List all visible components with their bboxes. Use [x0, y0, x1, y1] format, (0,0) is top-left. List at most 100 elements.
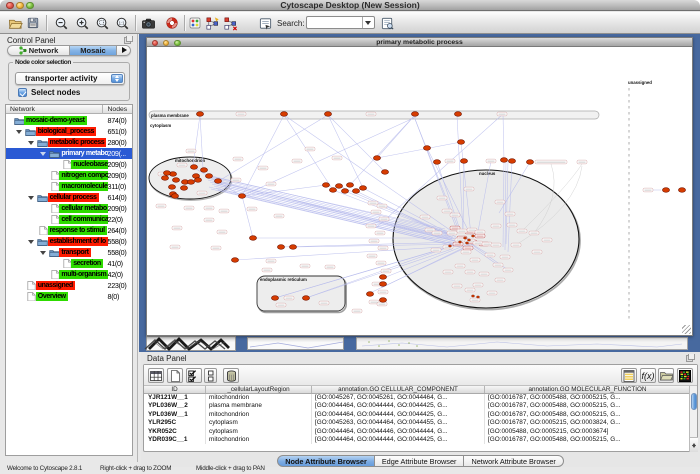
save-icon[interactable]	[24, 13, 42, 33]
vizmapper-icon[interactable]	[188, 13, 202, 33]
graph-node[interactable]	[278, 245, 285, 250]
select-attributes-icon[interactable]	[186, 368, 202, 383]
graph-node[interactable]	[173, 178, 180, 183]
tab-network[interactable]: Network	[8, 46, 69, 56]
graph-node[interactable]	[374, 156, 381, 161]
graph-node[interactable]	[342, 189, 349, 194]
matrix-view-icon[interactable]	[677, 368, 693, 383]
network-window-titlebar[interactable]: primary metabolic process	[147, 38, 692, 47]
edge[interactable]	[377, 142, 461, 158]
advanced-search-icon[interactable]	[378, 13, 396, 33]
float-window-icon[interactable]	[124, 36, 133, 44]
graph-node[interactable]	[663, 188, 670, 193]
open-folder-icon[interactable]	[6, 13, 24, 33]
tree-row[interactable]: establishment of lo558(0)	[6, 236, 132, 247]
disclosure-triangle-icon[interactable]	[28, 196, 34, 203]
graph-node[interactable]	[380, 282, 387, 287]
graph-node-small[interactable]	[459, 241, 462, 243]
table-row[interactable]: YDR039C__1mitochondrion[GO:0044464, GO:0…	[144, 436, 691, 444]
tree-row[interactable]: metabolic process280(0)	[6, 137, 132, 148]
graph-node[interactable]	[380, 298, 387, 303]
graph-node[interactable]	[162, 176, 169, 181]
graph-node[interactable]	[250, 236, 257, 241]
network-canvas[interactable]: plasma membranecytoplasmmitochondrionnuc…	[147, 47, 692, 335]
graph-node[interactable]	[195, 178, 202, 183]
edge[interactable]	[328, 115, 385, 172]
node-color-dropdown[interactable]: transporter activity	[15, 72, 125, 85]
network-view-window[interactable]: primary metabolic process plasma membran…	[146, 37, 693, 336]
graph-node[interactable]	[169, 185, 176, 190]
attribute-table[interactable]: ID_cellularLayoutRegionannotation.GO CEL…	[144, 386, 691, 452]
import-attributes-icon[interactable]	[658, 368, 674, 383]
tree-row[interactable]: primary metabolic209(...	[6, 148, 132, 159]
tree-row[interactable]: Overview8(0)	[6, 291, 132, 302]
zoom-selected-icon[interactable]	[93, 13, 111, 33]
edge[interactable]	[242, 196, 253, 238]
edge[interactable]	[350, 115, 415, 185]
delete-attribute-icon[interactable]	[223, 368, 239, 383]
graph-node[interactable]	[172, 194, 179, 199]
graph-node[interactable]	[367, 292, 374, 297]
tree-row[interactable]: mosaic-demo-yeast874(0)	[6, 115, 132, 126]
graph-node[interactable]	[303, 296, 310, 301]
disclosure-triangle-icon[interactable]	[28, 240, 34, 247]
table-row[interactable]: YPL036W__2plasma membrane[GO:0044464, GO…	[144, 402, 691, 410]
graph-node[interactable]	[232, 258, 239, 263]
disclosure-triangle-icon[interactable]	[28, 141, 34, 148]
graph-node-small[interactable]	[464, 237, 467, 239]
attribute-list-icon[interactable]	[621, 368, 637, 383]
graph-node[interactable]	[336, 184, 343, 189]
graph-node[interactable]	[197, 112, 204, 117]
table-row[interactable]: YPL036W__1mitochondrion[GO:0044464, GO:0…	[144, 411, 691, 419]
graph-node[interactable]	[380, 275, 387, 280]
edge[interactable]	[284, 115, 333, 190]
float-window-icon[interactable]	[686, 354, 695, 362]
search-dropdown-arrow-icon[interactable]	[362, 17, 373, 28]
graph-node-small[interactable]	[466, 242, 469, 244]
tree-row[interactable]: transport558(0)	[6, 247, 132, 258]
edge[interactable]	[242, 115, 284, 196]
graph-node-small[interactable]	[468, 239, 471, 241]
tab-mosaic[interactable]: Mosaic	[69, 46, 117, 56]
graph-node[interactable]	[201, 168, 208, 173]
graph-node[interactable]	[323, 183, 330, 188]
graph-node[interactable]	[382, 170, 389, 175]
table-row[interactable]: YLR295Ccytoplasm[GO:0045263, GO:0044464,…	[144, 419, 691, 427]
zoom-in-icon[interactable]	[73, 13, 91, 33]
graph-node[interactable]	[679, 188, 686, 193]
zoom-fit-icon[interactable]: 1:1	[113, 13, 131, 33]
tree-row[interactable]: biological_process651(0)	[6, 126, 132, 137]
attribute-table-icon[interactable]	[148, 368, 164, 383]
graph-node[interactable]	[330, 188, 337, 193]
tree-row[interactable]: response to stimul264(0)	[6, 225, 132, 236]
graph-node[interactable]	[509, 159, 516, 164]
graph-node[interactable]	[424, 146, 431, 151]
edge[interactable]	[284, 115, 450, 230]
graph-node[interactable]	[239, 194, 246, 199]
graph-node[interactable]	[272, 296, 279, 301]
graph-node[interactable]	[434, 160, 441, 165]
graph-node[interactable]	[360, 186, 367, 191]
table-scrollbar[interactable]	[689, 386, 697, 452]
disclosure-triangle-icon[interactable]	[40, 251, 46, 258]
table-row[interactable]: YJR121W__1mitochondrion[GO:0045267, GO:0…	[144, 394, 691, 402]
column-header[interactable]: _cellularLayoutRegion	[206, 386, 312, 393]
tree-row[interactable]: unassigned223(0)	[6, 280, 132, 291]
new-attribute-icon[interactable]	[167, 368, 183, 383]
graph-node-small[interactable]	[477, 296, 480, 298]
graph-node[interactable]	[188, 180, 195, 185]
tree-row[interactable]: cellular process614(0)	[6, 192, 132, 203]
graph-node[interactable]	[325, 112, 332, 117]
tree-row[interactable]: multi-organism pre42(0)	[6, 269, 132, 280]
graph-node[interactable]	[290, 245, 297, 250]
edge[interactable]	[503, 114, 504, 160]
graph-node[interactable]	[206, 174, 213, 179]
column-header[interactable]: annotation.GO MOLECULAR_FUNCTION	[485, 386, 691, 393]
tree-row[interactable]: nitrogen compo209(0)	[6, 170, 132, 181]
create-view-icon[interactable]	[203, 13, 221, 33]
resize-grip[interactable]	[682, 325, 691, 334]
graph-node[interactable]	[527, 160, 534, 165]
graph-node-small[interactable]	[472, 235, 475, 237]
search-input[interactable]	[307, 17, 362, 28]
function-builder-icon[interactable]: f(x)	[640, 368, 656, 383]
